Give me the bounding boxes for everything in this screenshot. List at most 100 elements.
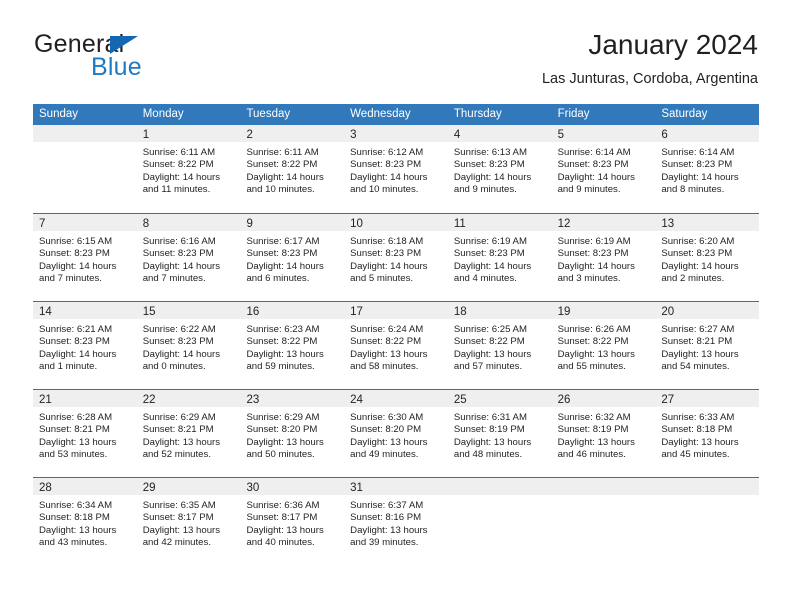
day-info-line: Sunset: 8:23 PM — [39, 336, 110, 348]
day-sun-info: Sunrise: 6:21 AM Sunset: 8:23 PM Daylight:… — [33, 319, 137, 374]
day-cell-31[interactable]: 31 Sunrise: 6:37 AM Sunset: 8:16 PM Dayligh… — [344, 478, 448, 565]
page-subtitle: Las Junturas, Cordoba, Argentina — [541, 71, 758, 87]
day-info-line: Daylight: 14 hours — [246, 171, 324, 183]
day-number-band: 29 — [136, 478, 241, 495]
day-info-line: Daylight: 13 hours — [246, 348, 324, 360]
day-info-line: Sunset: 8:23 PM — [246, 248, 318, 260]
calendar-week-row: 7 Sunrise: 6:15 AM Sunset: 8:23 PM Daylight… — [33, 213, 760, 301]
day-sun-info: Sunrise: 6:27 AM Sunset: 8:21 PM Daylight:… — [655, 319, 759, 374]
calendar-grid: Sunday Monday Tuesday Wednesday Thursday Frid… — [33, 104, 760, 565]
day-cell-1[interactable]: 1 Sunrise: 6:11 AM Sunset: 8:22 PM Daylight… — [136, 125, 241, 213]
day-cell-3[interactable]: 3 Sunrise: 6:12 AM Sunset: 8:23 PM Daylight… — [344, 125, 448, 213]
day-cell-22[interactable]: 22 Sunrise: 6:29 AM Sunset: 8:21 PM Dayligh… — [136, 390, 241, 477]
day-cell-28[interactable]: 28 Sunrise: 6:34 AM Sunset: 8:18 PM Dayligh… — [33, 478, 137, 565]
day-info-line: Daylight: 13 hours — [661, 436, 739, 448]
calendar-week-row: 28 Sunrise: 6:34 AM Sunset: 8:18 PM Dayligh… — [33, 477, 760, 565]
day-sun-info: Sunrise: 6:33 AM Sunset: 8:18 PM Daylight:… — [655, 407, 759, 462]
day-cell-5[interactable]: 5 Sunrise: 6:14 AM Sunset: 8:23 PM Daylight… — [551, 125, 656, 213]
day-cell-12[interactable]: 12 Sunrise: 6:19 AM Sunset: 8:23 PM Dayligh… — [551, 214, 656, 301]
day-info-line: Sunset: 8:23 PM — [350, 248, 422, 260]
day-sun-info: Sunrise: 6:18 AM Sunset: 8:23 PM Daylight:… — [344, 231, 448, 286]
day-number: 18 — [453, 306, 467, 318]
day-cell-29[interactable]: 29 Sunrise: 6:35 AM Sunset: 8:17 PM Dayligh… — [136, 478, 241, 565]
day-cell-18[interactable]: 18 Sunrise: 6:25 AM Sunset: 8:22 PM Dayligh… — [447, 302, 552, 389]
day-number-band: 23 — [240, 390, 345, 407]
day-info-line: Sunset: 8:22 PM — [142, 159, 214, 171]
day-cell-8[interactable]: 8 Sunrise: 6:16 AM Sunset: 8:23 PM Daylight… — [136, 214, 241, 301]
weekday-header-thursday: Thursday — [453, 108, 502, 120]
day-number-band: 27 — [655, 390, 760, 407]
day-info-line: Sunrise: 6:29 AM — [142, 412, 216, 423]
day-sun-info: Sunrise: 6:25 AM Sunset: 8:22 PM Daylight:… — [448, 319, 552, 374]
day-number: 21 — [39, 394, 52, 406]
day-info-line: Daylight: 14 hours — [350, 171, 428, 183]
day-info-line: Daylight: 13 hours — [350, 348, 428, 360]
day-number: 29 — [142, 482, 156, 494]
weekday-header-friday: Friday — [557, 108, 590, 120]
day-number: 10 — [350, 218, 363, 230]
day-cell-27[interactable]: 27 Sunrise: 6:33 AM Sunset: 8:18 PM Dayligh… — [655, 390, 760, 477]
day-number-band: 28 — [33, 478, 137, 495]
day-cell-4[interactable]: 4 Sunrise: 6:13 AM Sunset: 8:23 PM Daylight… — [447, 125, 552, 213]
day-number: 13 — [661, 218, 675, 230]
day-info-line: and 10 minutes. — [350, 184, 419, 196]
day-cell-13[interactable]: 13 Sunrise: 6:20 AM Sunset: 8:23 PM Dayligh… — [655, 214, 760, 301]
day-info-line: Daylight: 13 hours — [453, 348, 532, 360]
day-info-line: Daylight: 13 hours — [39, 436, 117, 448]
day-cell-17[interactable]: 17 Sunrise: 6:24 AM Sunset: 8:22 PM Dayligh… — [344, 302, 448, 389]
day-info-line: Sunset: 8:19 PM — [453, 424, 525, 436]
day-cell-empty — [447, 478, 552, 565]
weekday-header-saturday: Saturday — [661, 108, 708, 120]
day-info-line: Sunset: 8:20 PM — [246, 424, 318, 436]
day-cell-10[interactable]: 10 Sunrise: 6:18 AM Sunset: 8:23 PM Dayligh… — [344, 214, 448, 301]
day-info-line: Sunset: 8:21 PM — [661, 336, 733, 348]
day-info-line: Sunset: 8:17 PM — [246, 512, 318, 524]
day-number: 12 — [557, 218, 571, 230]
day-info-line: Daylight: 13 hours — [350, 524, 428, 536]
day-number-band: 22 — [136, 390, 241, 407]
day-cell-6[interactable]: 6 Sunrise: 6:14 AM Sunset: 8:23 PM Daylight… — [655, 125, 760, 213]
day-sun-info: Sunrise: 6:22 AM Sunset: 8:23 PM Daylight:… — [137, 319, 241, 374]
brand-logo[interactable]: General Blue — [34, 28, 264, 90]
day-cell-21[interactable]: 21 Sunrise: 6:28 AM Sunset: 8:21 PM Dayligh… — [33, 390, 137, 477]
day-cell-11[interactable]: 11 Sunrise: 6:19 AM Sunset: 8:23 PM Dayligh… — [447, 214, 552, 301]
day-info-line: and 48 minutes. — [453, 449, 523, 461]
day-sun-info: Sunrise: 6:11 AM Sunset: 8:22 PM Daylight:… — [240, 142, 344, 197]
day-cell-25[interactable]: 25 Sunrise: 6:31 AM Sunset: 8:19 PM Dayligh… — [447, 390, 552, 477]
day-info-line: Sunset: 8:22 PM — [246, 159, 318, 171]
day-sun-info: Sunrise: 6:16 AM Sunset: 8:23 PM Daylight:… — [137, 231, 241, 286]
day-info-line: Daylight: 14 hours — [246, 260, 324, 272]
day-cell-15[interactable]: 15 Sunrise: 6:22 AM Sunset: 8:23 PM Dayligh… — [136, 302, 241, 389]
day-cell-2[interactable]: 2 Sunrise: 6:11 AM Sunset: 8:22 PM Daylight… — [240, 125, 345, 213]
day-info-line: Sunrise: 6:12 AM — [350, 147, 424, 158]
day-cell-24[interactable]: 24 Sunrise: 6:30 AM Sunset: 8:20 PM Dayligh… — [344, 390, 448, 477]
day-info-line: and 52 minutes. — [142, 449, 211, 461]
day-info-line: Sunset: 8:23 PM — [661, 159, 733, 171]
day-cell-16[interactable]: 16 Sunrise: 6:23 AM Sunset: 8:22 PM Dayligh… — [240, 302, 345, 389]
day-number-band: 16 — [240, 302, 345, 319]
day-cell-9[interactable]: 9 Sunrise: 6:17 AM Sunset: 8:23 PM Daylight… — [240, 214, 345, 301]
day-info-line: Sunrise: 6:18 AM — [350, 236, 424, 247]
day-info-line: Daylight: 13 hours — [142, 524, 221, 536]
day-cell-19[interactable]: 19 Sunrise: 6:26 AM Sunset: 8:22 PM Dayligh… — [551, 302, 656, 389]
day-info-line: Sunrise: 6:14 AM — [661, 147, 735, 158]
day-info-line: Sunset: 8:21 PM — [39, 424, 110, 436]
day-cell-7[interactable]: 7 Sunrise: 6:15 AM Sunset: 8:23 PM Daylight… — [33, 214, 137, 301]
day-cell-26[interactable]: 26 Sunrise: 6:32 AM Sunset: 8:19 PM Dayligh… — [551, 390, 656, 477]
weekday-header-sunday: Sunday — [39, 108, 79, 120]
day-sun-info: Sunrise: 6:23 AM Sunset: 8:22 PM Daylight:… — [240, 319, 344, 374]
day-cell-23[interactable]: 23 Sunrise: 6:29 AM Sunset: 8:20 PM Dayligh… — [240, 390, 345, 477]
day-sun-info — [448, 495, 552, 500]
day-info-line: Sunset: 8:20 PM — [350, 424, 422, 436]
day-info-line: and 42 minutes. — [142, 537, 211, 549]
day-sun-info: Sunrise: 6:32 AM Sunset: 8:19 PM Daylight:… — [552, 407, 656, 462]
day-info-line: Sunrise: 6:11 AM — [246, 147, 319, 158]
day-number-band: 26 — [551, 390, 656, 407]
day-cell-30[interactable]: 30 Sunrise: 6:36 AM Sunset: 8:17 PM Dayligh… — [240, 478, 345, 565]
day-number: 27 — [661, 394, 675, 406]
day-cell-14[interactable]: 14 Sunrise: 6:21 AM Sunset: 8:23 PM Dayligh… — [33, 302, 137, 389]
day-info-line: Sunrise: 6:30 AM — [350, 412, 424, 423]
day-cell-20[interactable]: 20 Sunrise: 6:27 AM Sunset: 8:21 PM Dayligh… — [655, 302, 760, 389]
day-number: 14 — [39, 306, 52, 318]
day-info-line: and 6 minutes. — [246, 273, 310, 285]
